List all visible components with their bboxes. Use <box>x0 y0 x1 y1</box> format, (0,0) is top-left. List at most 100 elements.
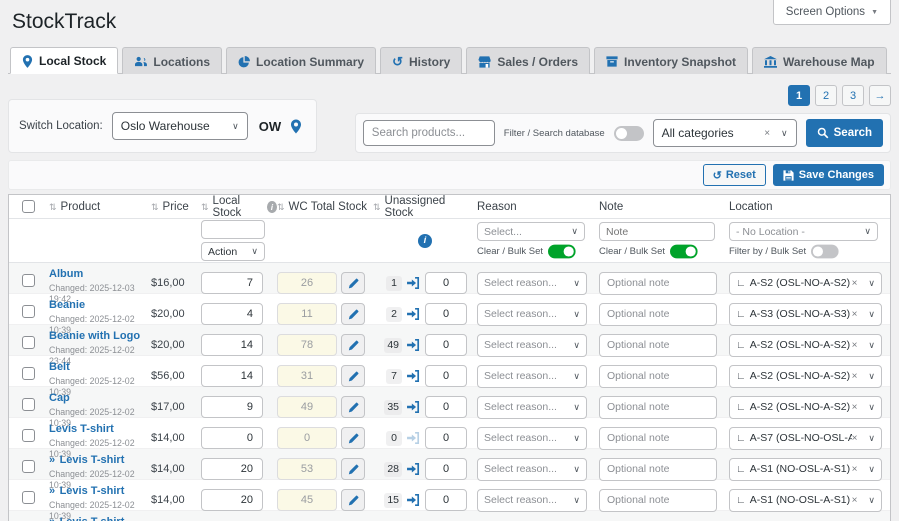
transfer-qty-input[interactable] <box>425 365 467 388</box>
row-checkbox[interactable] <box>22 460 35 474</box>
tab-warehouse-map[interactable]: Warehouse Map <box>752 47 887 74</box>
transfer-qty-input[interactable] <box>425 458 467 481</box>
tab-local-stock[interactable]: Local Stock <box>10 47 119 74</box>
note-input[interactable] <box>599 364 717 388</box>
local-stock-input[interactable] <box>201 396 263 419</box>
note-input[interactable] <box>599 457 717 481</box>
tab-locations[interactable]: Locations <box>122 47 223 74</box>
local-stock-input[interactable] <box>201 334 263 357</box>
note-bulk-toggle[interactable] <box>670 244 698 259</box>
edit-wc-stock-button[interactable] <box>341 272 365 295</box>
location-select[interactable]: ∟ A-S2 (OSL-NO-A-S2) × ∨ <box>729 395 882 419</box>
pagination-next-button[interactable]: → <box>869 85 891 106</box>
header-unassigned-stock[interactable]: ⇅ Unassigned Stock <box>373 195 477 219</box>
bulk-note-input[interactable] <box>599 222 715 241</box>
category-select[interactable]: All categories × ∨ <box>652 119 797 147</box>
transfer-qty-input[interactable] <box>425 427 467 450</box>
edit-wc-stock-button[interactable] <box>341 365 365 388</box>
search-products-input[interactable] <box>362 120 495 146</box>
local-stock-input[interactable] <box>201 458 263 481</box>
row-checkbox[interactable] <box>22 491 35 505</box>
bulk-reason-select[interactable]: Select... ∨ <box>477 222 585 241</box>
product-link[interactable]: Belt <box>49 361 70 373</box>
switch-location-select[interactable]: Oslo Warehouse ∨ <box>111 112 248 140</box>
row-checkbox[interactable] <box>22 336 35 350</box>
local-stock-input[interactable] <box>201 489 263 512</box>
product-link[interactable]: Beanie with Logo <box>49 330 140 342</box>
location-select[interactable]: ∟ A-S2 (OSL-NO-A-S2) × ∨ <box>729 333 882 357</box>
note-input[interactable] <box>599 488 717 512</box>
row-checkbox[interactable] <box>22 274 35 288</box>
transfer-unassigned-icon[interactable] <box>407 401 420 414</box>
note-input[interactable] <box>599 271 717 295</box>
transfer-unassigned-icon[interactable] <box>407 432 420 445</box>
transfer-qty-input[interactable] <box>425 303 467 326</box>
header-wc-total-stock[interactable]: ⇅ WC Total Stock <box>277 201 373 213</box>
header-product[interactable]: ⇅ Product <box>49 201 151 213</box>
search-button[interactable]: Search <box>805 119 883 147</box>
product-link[interactable]: Levis T-shirt <box>60 454 125 466</box>
transfer-unassigned-icon[interactable] <box>407 308 420 321</box>
transfer-unassigned-icon[interactable] <box>407 339 420 352</box>
edit-wc-stock-button[interactable] <box>341 303 365 326</box>
row-checkbox[interactable] <box>22 398 35 412</box>
row-checkbox[interactable] <box>22 429 35 443</box>
product-link[interactable]: Levis T-shirt <box>49 423 114 435</box>
note-input[interactable] <box>599 333 717 357</box>
transfer-unassigned-icon[interactable] <box>407 277 420 290</box>
product-link[interactable]: Levis T-shirt <box>60 485 125 497</box>
transfer-qty-input[interactable] <box>425 396 467 419</box>
save-changes-button[interactable]: Save Changes <box>772 164 884 186</box>
location-select[interactable]: ∟ A-S2 (OSL-NO-A-S2) × ∨ <box>729 364 882 388</box>
bulk-location-select[interactable]: - No Location - ∨ <box>729 222 878 241</box>
tab-location-summary[interactable]: Location Summary <box>226 47 377 74</box>
product-link[interactable]: Album <box>49 268 83 280</box>
edit-wc-stock-button[interactable] <box>341 427 365 450</box>
pagination-page-1[interactable]: 1 <box>788 85 810 106</box>
row-checkbox[interactable] <box>22 367 35 381</box>
transfer-unassigned-icon[interactable] <box>407 370 420 383</box>
local-stock-input[interactable] <box>201 427 263 450</box>
reason-select[interactable]: Select reason... ∨ <box>477 364 587 388</box>
location-select[interactable]: ∟ A-S7 (OSL-NO-OSL-A-S7) × ∨ <box>729 426 882 450</box>
transfer-unassigned-icon[interactable] <box>407 494 420 507</box>
location-select[interactable]: ∟ A-S3 (OSL-NO-A-S3) × ∨ <box>729 302 882 326</box>
reason-select[interactable]: Select reason... ∨ <box>477 488 587 512</box>
info-icon[interactable]: i <box>266 201 277 213</box>
product-link[interactable]: Beanie <box>49 299 85 311</box>
row-checkbox[interactable] <box>22 305 35 319</box>
edit-wc-stock-button[interactable] <box>341 334 365 357</box>
location-select[interactable]: ∟ A-S2 (OSL-NO-A-S2) × ∨ <box>729 271 882 295</box>
local-stock-input[interactable] <box>201 365 263 388</box>
tab-history[interactable]: ↺ History <box>380 47 463 74</box>
edit-wc-stock-button[interactable] <box>341 458 365 481</box>
transfer-qty-input[interactable] <box>425 489 467 512</box>
location-select[interactable]: ∟ A-S1 (NO-OSL-A-S1) × ∨ <box>729 488 882 512</box>
header-price[interactable]: ⇅ Price <box>151 201 201 213</box>
location-select[interactable]: ∟ A-S1 (NO-OSL-A-S1) × ∨ <box>729 457 882 481</box>
reason-select[interactable]: Select reason... ∨ <box>477 302 587 326</box>
header-local-stock[interactable]: ⇅ Local Stock i <box>201 195 277 219</box>
reason-select[interactable]: Select reason... ∨ <box>477 395 587 419</box>
note-input[interactable] <box>599 395 717 419</box>
transfer-qty-input[interactable] <box>425 334 467 357</box>
reason-select[interactable]: Select reason... ∨ <box>477 457 587 481</box>
note-input[interactable] <box>599 426 717 450</box>
tab-inventory-snapshot[interactable]: Inventory Snapshot <box>594 47 749 74</box>
transfer-unassigned-icon[interactable] <box>407 463 420 476</box>
bulk-action-select[interactable]: Action ∨ <box>201 242 265 261</box>
transfer-qty-input[interactable] <box>425 272 467 295</box>
reason-select[interactable]: Select reason... ∨ <box>477 426 587 450</box>
tab-sales-orders[interactable]: Sales / Orders <box>466 47 591 74</box>
note-input[interactable] <box>599 302 717 326</box>
pagination-page-3[interactable]: 3 <box>842 85 864 106</box>
edit-wc-stock-button[interactable] <box>341 396 365 419</box>
db-search-toggle[interactable] <box>613 125 644 141</box>
unassigned-info-icon[interactable]: i <box>418 233 432 248</box>
pagination-page-2[interactable]: 2 <box>815 85 837 106</box>
reset-button[interactable]: ↺ Reset <box>702 164 766 186</box>
reason-select[interactable]: Select reason... ∨ <box>477 271 587 295</box>
edit-wc-stock-button[interactable] <box>341 489 365 512</box>
screen-options-button[interactable]: Screen Options ▼ <box>772 0 891 25</box>
local-stock-input[interactable] <box>201 272 263 295</box>
